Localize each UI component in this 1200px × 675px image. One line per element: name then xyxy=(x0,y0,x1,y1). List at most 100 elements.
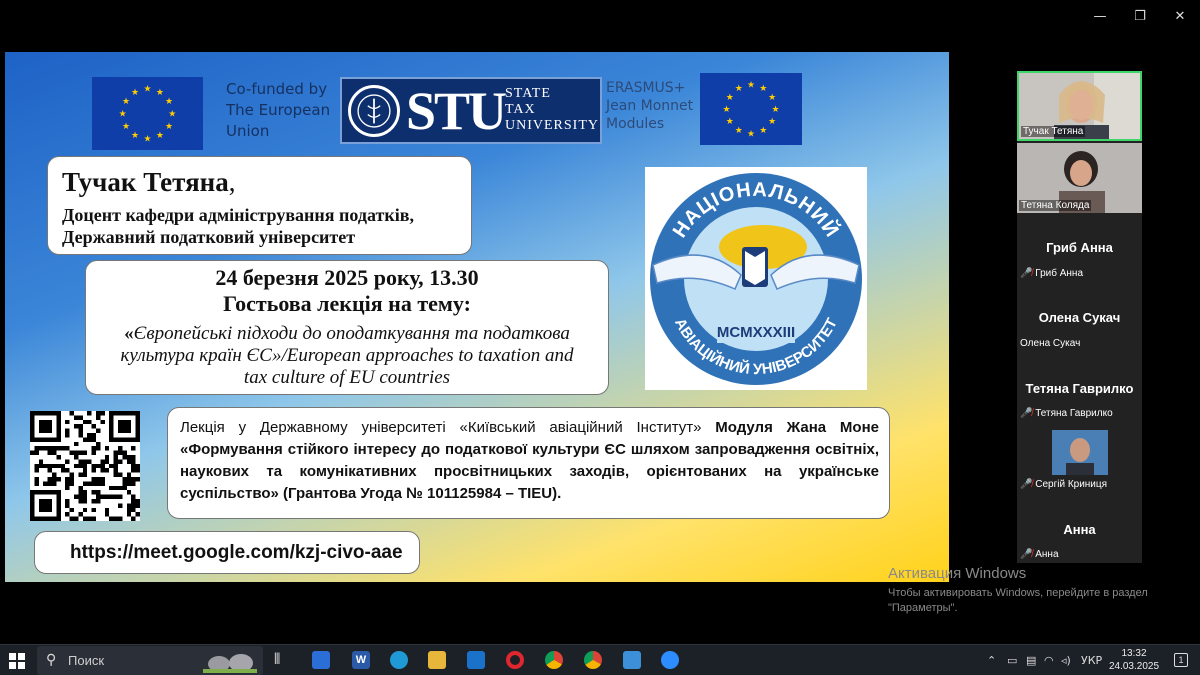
window-controls: — ❐ ✕ xyxy=(1080,8,1200,26)
lecture-date: 24 березня 2025 року, 13.30 xyxy=(215,265,479,290)
mic-muted-icon: 🎤̸ xyxy=(1020,268,1033,279)
chrome-profile-icon[interactable] xyxy=(584,651,602,669)
screen: — ❐ ✕ ★ ★ ★ ★ ★ ★ ★ ★ ★ ★ ★ ★ Co-funded by The Euro… xyxy=(0,0,1200,675)
display-icon[interactable]: ▤ xyxy=(1026,654,1036,667)
eu-star-icon: ★ xyxy=(131,87,139,97)
speaker-position-line: Державний податковий університет xyxy=(62,227,356,247)
eu-star-icon: ★ xyxy=(165,121,173,131)
chrome-icon[interactable] xyxy=(545,651,563,669)
windows-start-icon[interactable] xyxy=(9,653,25,669)
eu-star-icon: ★ xyxy=(735,83,743,93)
store-icon[interactable] xyxy=(312,651,330,669)
cofunded-text: Co-funded by The European Union xyxy=(226,79,330,142)
speaker-card: Тучак Тетяна, Доцент кафедри адмініструв… xyxy=(47,156,472,255)
notifications-icon[interactable]: 1 xyxy=(1174,653,1188,667)
participant-name: Олена Сукач xyxy=(1020,338,1081,349)
participant-tile[interactable]: Тетяна Гаврилко 🎤̸ Тетяна Гаврилко xyxy=(1017,355,1142,425)
eu-star-icon: ★ xyxy=(143,133,151,143)
volume-icon[interactable]: ◃) xyxy=(1061,654,1071,667)
participant-name: 🎤̸ Сергій Криниця xyxy=(1020,479,1108,490)
participant-name: 🎤̸ Гриб Анна xyxy=(1020,268,1084,279)
battery-icon[interactable]: ▭ xyxy=(1007,654,1017,667)
restore-button[interactable]: ❐ xyxy=(1120,8,1160,26)
participant-tile[interactable]: Олена Сукач Олена Сукач xyxy=(1017,285,1142,355)
outlook-icon[interactable] xyxy=(467,651,485,669)
participant-tile[interactable]: Гриб Анна 🎤̸ Гриб Анна xyxy=(1017,215,1142,285)
speaker-position: Доцент кафедри адміністрування податків,… xyxy=(62,204,471,248)
eu-star-icon: ★ xyxy=(119,109,127,119)
file-explorer-icon[interactable] xyxy=(428,651,446,669)
lecture-topic: tax culture of EU countries xyxy=(243,367,451,388)
system-clock[interactable]: 13:32 24.03.2025 xyxy=(1104,647,1164,673)
eu-star-icon: ★ xyxy=(771,104,779,114)
lecture-heading: Гостьова лекція на тему: xyxy=(223,291,471,316)
minimize-button[interactable]: — xyxy=(1080,8,1120,26)
taskbar-search[interactable]: ⚲ Поиск xyxy=(37,646,263,675)
eu-star-icon: ★ xyxy=(759,125,767,135)
participant-display-name: Гриб Анна xyxy=(1046,240,1113,255)
participant-name: 🎤̸ Тетяна Гаврилко xyxy=(1020,408,1113,419)
opera-icon[interactable] xyxy=(506,651,524,669)
participant-name: Тетяна Коляда xyxy=(1019,200,1092,211)
chevron-up-icon[interactable]: ⌃ xyxy=(987,654,996,667)
eu-star-icon: ★ xyxy=(747,80,755,90)
participant-tile[interactable]: 🎤̸ Сергій Криниця xyxy=(1017,425,1142,495)
participant-tile[interactable]: Тучак Тетяна xyxy=(1017,71,1142,141)
activation-title: Активация Windows xyxy=(888,565,1027,582)
taskbar: ⚲ Поиск ⫴ W ⌃ ▭ ▤ ◠ ◃) УКР 13:32 24.03.2… xyxy=(0,644,1200,675)
avatar xyxy=(1052,430,1108,475)
elephants-icon xyxy=(201,649,259,673)
university-logo-year: MCMXXXIII xyxy=(717,324,795,341)
eu-star-icon: ★ xyxy=(768,116,776,126)
lecture-topic: «Європейські підходи до оподаткування та… xyxy=(124,323,570,344)
eu-star-icon: ★ xyxy=(122,121,130,131)
windows-activation-watermark: Активация Windows Чтобы активировать Win… xyxy=(888,565,1148,616)
activation-text: "Параметры". xyxy=(888,602,958,614)
search-placeholder: Поиск xyxy=(68,653,105,668)
meet-link[interactable]: https://meet.google.com/kzj-civo-aae xyxy=(34,531,420,574)
participant-tile[interactable]: Анна 🎤̸ Анна xyxy=(1017,495,1142,563)
stu-logo-text: STU xyxy=(406,81,507,141)
shared-screen-slide: ★ ★ ★ ★ ★ ★ ★ ★ ★ ★ ★ ★ Co-funded by The European U… xyxy=(5,52,949,582)
task-view-icon[interactable]: ⫴ xyxy=(274,651,292,669)
photos-icon[interactable] xyxy=(623,651,641,669)
clock-date: 24.03.2025 xyxy=(1108,661,1160,672)
participant-name: 🎤̸ Анна xyxy=(1020,549,1059,560)
stu-line: UNIVERSITY xyxy=(505,118,599,133)
search-icon: ⚲ xyxy=(46,652,57,668)
close-button[interactable]: ✕ xyxy=(1160,8,1200,26)
eu-star-icon: ★ xyxy=(735,125,743,135)
info-card: Лекція у Державному університеті «Київсь… xyxy=(167,407,890,519)
mic-muted-icon: 🎤̸ xyxy=(1020,408,1033,419)
participant-display-name: Олена Сукач xyxy=(1038,310,1121,325)
eu-star-icon: ★ xyxy=(122,96,130,106)
speaker-position-line: Доцент кафедри адміністрування податків, xyxy=(62,205,414,225)
word-icon[interactable]: W xyxy=(352,651,370,669)
stu-logo: STU STATE TAX UNIVERSITY xyxy=(340,77,602,144)
speaker-name: Тучак Тетяна, xyxy=(62,167,236,197)
eu-star-icon: ★ xyxy=(759,83,767,93)
stu-line: TAX xyxy=(505,102,536,117)
wifi-icon[interactable]: ◠ xyxy=(1044,654,1054,667)
participant-tile[interactable]: Тетяна Коляда xyxy=(1017,143,1142,213)
participant-name: Тучак Тетяна xyxy=(1021,126,1086,137)
language-indicator[interactable]: УКР xyxy=(1081,654,1102,667)
participants-panel: Тучак Тетяна Тетяна Коляда Гриб Анна 🎤̸ … xyxy=(1017,71,1142,563)
erasmus-line: Modules xyxy=(606,116,665,132)
eu-star-icon: ★ xyxy=(156,87,164,97)
erasmus-line: ERASMUS+ xyxy=(606,80,686,96)
stu-line: STATE xyxy=(505,86,551,101)
zoom-icon[interactable] xyxy=(661,651,679,669)
info-module: Модуля Жана Моне xyxy=(715,419,879,436)
mic-muted-icon: 🎤̸ xyxy=(1020,549,1033,560)
stu-logo-subtitle: STATE TAX UNIVERSITY xyxy=(505,86,599,134)
lecture-card: 24 березня 2025 року, 13.30 Гостьова лек… xyxy=(85,260,609,395)
activation-text: Чтобы активировать Windows, перейдите в … xyxy=(888,587,1148,599)
eu-star-icon: ★ xyxy=(131,130,139,140)
eu-star-icon: ★ xyxy=(768,92,776,102)
aviation-university-logo: MCMXXXIII НАЦІОНАЛЬНИЙ АВІАЦІЙНИЙ УНІВЕР… xyxy=(645,167,867,390)
eu-flag-icon: ★ ★ ★ ★ ★ ★ ★ ★ ★ ★ ★ ★ xyxy=(700,73,802,145)
eu-star-icon: ★ xyxy=(156,130,164,140)
eu-star-icon: ★ xyxy=(726,92,734,102)
edge-icon[interactable] xyxy=(390,651,408,669)
